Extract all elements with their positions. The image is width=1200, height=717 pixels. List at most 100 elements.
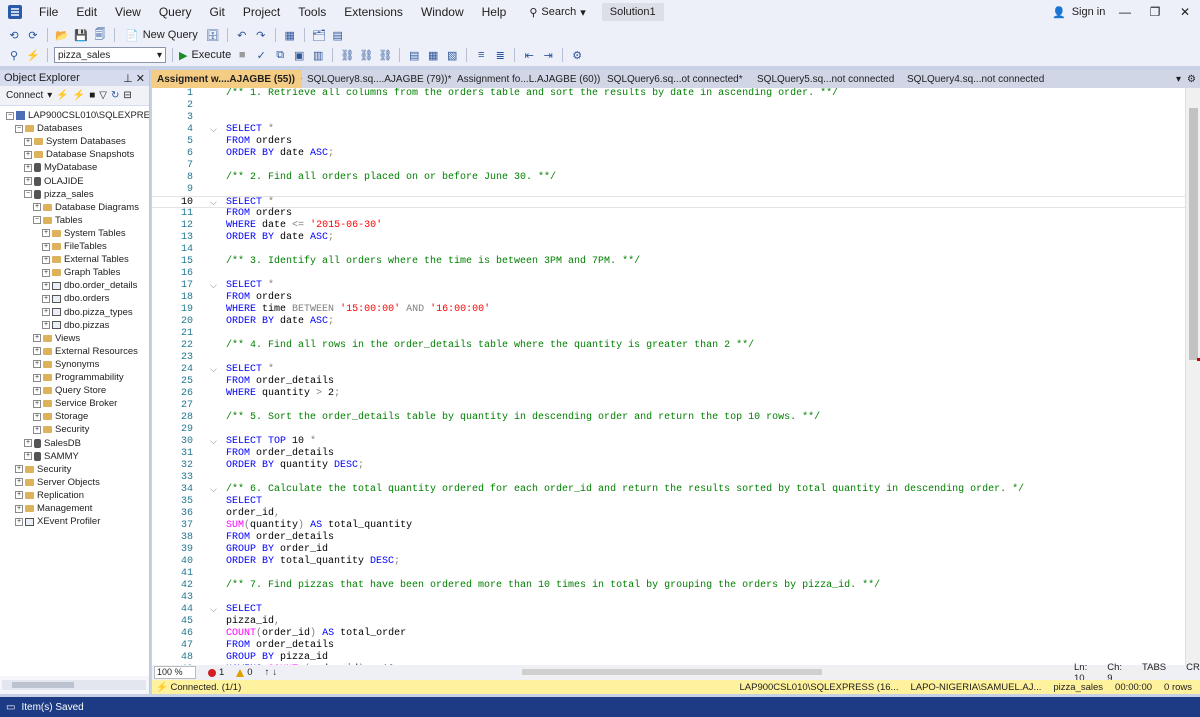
tree-node[interactable]: + dbo.pizzas xyxy=(42,319,109,332)
up-arrow-icon[interactable]: ↑ xyxy=(265,667,270,678)
code-line[interactable]: 2 xyxy=(152,100,1185,112)
code-line[interactable]: 37 SUM(quantity) AS total_quantity xyxy=(152,520,1185,532)
code-line[interactable]: 18 FROM orders xyxy=(152,292,1185,304)
expand-icon[interactable]: + xyxy=(24,177,32,185)
tree-node[interactable]: + Views xyxy=(33,332,80,345)
tree-node[interactable]: − LAP900CSL010\SQLEXPRESS (SQ xyxy=(6,109,149,122)
comment-icon[interactable]: ≡ xyxy=(473,46,489,64)
code-line[interactable]: 8 /** 2. Find all orders placed on or bef… xyxy=(152,172,1185,184)
tree-node[interactable]: + Storage xyxy=(33,410,88,423)
specify-values-icon[interactable]: ⚙ xyxy=(569,46,585,64)
signin-button[interactable]: 👤 Sign in xyxy=(1052,0,1105,24)
code-line[interactable]: 30 ⌵ SELECT TOP 10 * xyxy=(152,436,1185,448)
tree-node[interactable]: + dbo.order_details xyxy=(42,279,137,292)
code-line[interactable]: 29 xyxy=(152,424,1185,436)
display-plan-icon[interactable]: ⧉ xyxy=(272,46,288,64)
expand-icon[interactable]: + xyxy=(33,203,41,212)
tree-node[interactable]: + Server Objects xyxy=(15,476,100,489)
save-all-icon[interactable]: 🗐 xyxy=(92,26,108,44)
available-databases-icon[interactable]: ⚲ xyxy=(6,46,22,64)
tree-node[interactable]: + Service Broker xyxy=(33,397,117,410)
menu-window[interactable]: Window xyxy=(412,0,473,24)
expand-icon[interactable]: + xyxy=(33,360,41,369)
tree-node[interactable]: + System Tables xyxy=(42,227,126,240)
code-line[interactable]: 16 xyxy=(152,268,1185,280)
code-line[interactable]: 21 xyxy=(152,328,1185,340)
open-folder-icon[interactable]: 📂 xyxy=(54,26,70,44)
fold-chevron-icon[interactable]: ⌵ xyxy=(210,124,217,136)
expand-icon[interactable]: + xyxy=(33,334,41,343)
tree-node[interactable]: + SAMMY xyxy=(24,450,79,463)
close-button[interactable]: ✕ xyxy=(1170,0,1200,24)
code-line[interactable]: 34 ⌵ /** 6. Calculate the total quantity o… xyxy=(152,484,1185,496)
tab-query-1[interactable]: Assigment w....AJAGBE (55))⊣✕ xyxy=(152,70,302,88)
expand-icon[interactable]: + xyxy=(33,399,41,408)
code-line[interactable]: 44 ⌵ SELECT xyxy=(152,604,1185,616)
indent-icon[interactable]: ⇥ xyxy=(540,46,556,64)
editor-vscroll[interactable] xyxy=(1185,88,1200,665)
tree-node[interactable]: + dbo.orders xyxy=(42,292,109,305)
activity-monitor-icon[interactable]: ▦ xyxy=(282,26,298,44)
down-arrow-icon[interactable]: ↓ xyxy=(272,667,277,678)
code-line[interactable]: 25 FROM order_details xyxy=(152,376,1185,388)
tab-query-6[interactable]: SQLQuery4.sq...not connected xyxy=(902,70,1052,88)
execute-button[interactable]: ▶ Execute xyxy=(179,49,231,62)
expand-icon[interactable]: + xyxy=(42,268,50,277)
code-line[interactable]: 36 order_id, xyxy=(152,508,1185,520)
search-button[interactable]: ⚲ Search ▾ xyxy=(521,6,593,19)
code-line[interactable]: 26 WHERE quantity > 2; xyxy=(152,388,1185,400)
code-line[interactable]: 13 ORDER BY date ASC; xyxy=(152,232,1185,244)
connect-button[interactable]: Connect xyxy=(6,90,43,101)
redo-icon[interactable]: ↷ xyxy=(253,26,269,44)
intellisense-icon[interactable]: ▥ xyxy=(310,46,326,64)
expand-icon[interactable]: + xyxy=(33,386,41,395)
menu-file[interactable]: File xyxy=(30,0,67,24)
expand-icon[interactable]: + xyxy=(33,412,41,421)
code-line[interactable]: 7 xyxy=(152,160,1185,172)
code-line[interactable]: 11 FROM orders xyxy=(152,208,1185,220)
forward-icon[interactable]: ⟳ xyxy=(25,26,41,44)
tab-query-2[interactable]: SQLQuery8.sq....AJAGBE (79))* xyxy=(302,70,452,88)
code-line[interactable]: 28 /** 5. Sort the order_details table by… xyxy=(152,412,1185,424)
solution-name[interactable]: Solution1 xyxy=(601,3,664,21)
code-line[interactable]: 27 xyxy=(152,400,1185,412)
tree-node[interactable]: + dbo.pizza_types xyxy=(42,306,133,319)
menu-view[interactable]: View xyxy=(106,0,150,24)
expand-icon[interactable]: + xyxy=(24,439,32,447)
back-icon[interactable]: ⟲ xyxy=(6,26,22,44)
fold-chevron-icon[interactable]: ⌵ xyxy=(210,484,217,496)
menu-help[interactable]: Help xyxy=(473,0,516,24)
expand-icon[interactable]: + xyxy=(42,308,50,316)
tree-node[interactable]: + XEvent Profiler xyxy=(15,515,100,528)
code-line[interactable]: 20 ORDER BY date ASC; xyxy=(152,316,1185,328)
fold-chevron-icon[interactable]: ⌵ xyxy=(210,604,217,616)
minimize-button[interactable]: — xyxy=(1110,0,1140,24)
menu-project[interactable]: Project xyxy=(234,0,289,24)
new-query-button[interactable]: 📄 New Query xyxy=(121,29,202,42)
expand-icon[interactable]: + xyxy=(33,425,41,434)
stop-icon[interactable]: ■ xyxy=(234,46,250,64)
include-plan-icon[interactable]: ⛓ xyxy=(339,46,355,64)
menu-tools[interactable]: Tools xyxy=(289,0,335,24)
tree-node[interactable]: + Programmability xyxy=(33,371,124,384)
code-line[interactable]: 10 ⌵ SELECT * xyxy=(152,196,1185,208)
settings-gear-icon[interactable]: ⚙ xyxy=(1187,74,1196,85)
tree-node[interactable]: + System Databases xyxy=(24,135,126,148)
editor-vscroll-thumb[interactable] xyxy=(1189,108,1198,360)
code-line[interactable]: 5 FROM orders xyxy=(152,136,1185,148)
fold-chevron-icon[interactable]: ⌵ xyxy=(210,364,217,376)
code-line[interactable]: 42 /** 7. Find pizzas that have been orde… xyxy=(152,580,1185,592)
code-line[interactable]: 35 SELECT xyxy=(152,496,1185,508)
code-line[interactable]: 6 ORDER BY date ASC; xyxy=(152,148,1185,160)
collapse-icon[interactable]: − xyxy=(24,190,32,199)
code-line[interactable]: 43 xyxy=(152,592,1185,604)
expand-icon[interactable]: + xyxy=(42,255,50,264)
code-line[interactable]: 22 /** 4. Find all rows in the order_deta… xyxy=(152,340,1185,352)
tree-node[interactable]: + Management xyxy=(15,502,92,515)
code-line[interactable]: 15 /** 3. Identify all orders where the t… xyxy=(152,256,1185,268)
tree-node[interactable]: − Tables xyxy=(33,214,82,227)
query-designer-icon[interactable]: ▣ xyxy=(291,46,307,64)
tree-node[interactable]: + FileTables xyxy=(42,240,107,253)
expand-icon[interactable]: + xyxy=(42,242,50,251)
results-text-icon[interactable]: ▤ xyxy=(406,46,422,64)
